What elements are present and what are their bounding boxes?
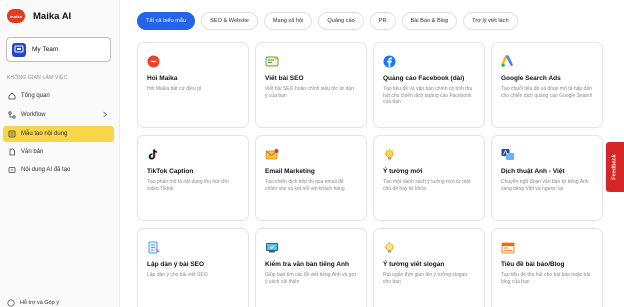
headline-icon [501, 241, 515, 254]
template-card-email-marketing[interactable]: Email Marketing Tạo chiến dịch tiếp thị … [255, 135, 367, 221]
tab-advertising[interactable]: Quảng cáo [318, 12, 364, 30]
card-description: Tạo chiến dịch tiếp thị qua email để chă… [265, 179, 345, 192]
translate-icon [501, 148, 514, 161]
maika-icon [147, 55, 160, 68]
tab-all-templates[interactable]: Tất cả biểu mẫu [137, 12, 196, 30]
brand[interactable]: maika Maika AI [7, 9, 71, 23]
card-description: Rút ngắn thời gian lên ý tưởng slogan ch… [383, 272, 468, 285]
card-title: Hỏi Maika [147, 75, 178, 82]
tab-pr[interactable]: PR [369, 12, 396, 30]
sidebar-item-label: Văn bản [21, 149, 44, 155]
template-card-seo-article[interactable]: Viết bài SEO Viết bài SEO hoàn chỉnh siê… [255, 42, 367, 128]
seo-article-icon [265, 55, 279, 68]
card-description: Tạo một danh sách ý tưởng mới từ một chủ… [383, 179, 471, 192]
sidebar-nav: Tổng quan Workflow Mẫu tạo nội dung Văn … [3, 88, 114, 178]
sidebar-item-label: Nội dung AI đã tạo [21, 167, 71, 173]
card-title: Email Marketing [265, 168, 315, 175]
team-switcher[interactable]: My Team [6, 37, 111, 62]
team-icon [12, 42, 26, 57]
card-title: Kiểm tra văn bản tiếng Anh [265, 261, 349, 268]
sidebar-item-documents[interactable]: Văn bản [3, 144, 114, 160]
english-check-icon [265, 241, 278, 254]
card-title: Ý tưởng viết slogan [383, 261, 445, 268]
card-description: Viết bài SEO hoàn chỉnh siêu tốc từ dàn … [265, 86, 354, 99]
sidebar-item-templates[interactable]: Mẫu tạo nội dung [3, 126, 114, 142]
template-card-english-check[interactable]: Kiểm tra văn bản tiếng Anh Giúp bạn tìm … [255, 228, 367, 307]
feedback-label: Feedback [612, 154, 618, 180]
card-title: TikTok Caption [147, 168, 194, 175]
google-ads-icon [501, 55, 514, 68]
card-title: Google Search Ads [501, 75, 561, 82]
home-icon [8, 92, 16, 100]
card-description: Lập dàn ý cho bài viết SEO [147, 272, 208, 278]
template-icon [8, 130, 16, 138]
tab-writing-assistant[interactable]: Trợ lý viết lách [463, 12, 518, 30]
template-card-translation[interactable]: Dịch thuật Anh - Việt Chuyển ngữ đoạn vă… [491, 135, 603, 221]
card-title: Tiêu đề bài báo/Blog [501, 261, 565, 268]
card-description: Tạo tiêu đề và văn bản chính có tính thu… [383, 86, 473, 106]
tab-seo-website[interactable]: SEO & Website [201, 12, 258, 30]
template-card-headline[interactable]: Tiêu đề bài báo/Blog Tạo tiêu đề thu hút… [491, 228, 603, 307]
brand-name: Maika AI [33, 10, 72, 22]
tab-articles-blog[interactable]: Bài Báo & Blog [401, 12, 458, 30]
feedback-button[interactable]: Feedback [606, 142, 624, 192]
workflow-icon [8, 111, 16, 119]
card-description: Tạo chuỗi tiêu đề và đoạn mô tả hấp dẫn … [501, 86, 593, 99]
support-link[interactable]: Hỗ trợ và Góp ý [7, 299, 59, 307]
card-description: Chuyển ngữ đoạn văn bản từ tiếng Anh san… [501, 179, 589, 192]
sidebar: maika Maika AI My Team KHÔNG GIAN LÀM VI… [0, 0, 120, 307]
template-card-new-ideas[interactable]: Ý tưởng mới Tạo một danh sách ý tưởng mớ… [373, 135, 485, 221]
document-icon [8, 148, 16, 156]
tiktok-icon [147, 148, 160, 161]
sidebar-item-label: Workflow [21, 112, 46, 118]
template-card-tiktok-caption[interactable]: TikTok Caption Tạo phần mô tả nội dung t… [137, 135, 249, 221]
support-label: Hỗ trợ và Góp ý [20, 300, 60, 306]
sidebar-item-label: Mẫu tạo nội dung [21, 131, 68, 137]
chevron-right-icon [102, 111, 108, 120]
template-card-seo-outline[interactable]: Lập dàn ý bài SEO Lập dàn ý cho bài viết… [137, 228, 249, 307]
facebook-icon [383, 55, 396, 68]
idea-icon [383, 148, 396, 161]
card-description: Tạo tiêu đề thu hút cho bài báo hoặc bài… [501, 272, 591, 285]
card-title: Quảng cáo Facebook (dài) [383, 75, 465, 82]
card-description: Giúp bạn tìm các lỗi viết tiếng Anh và g… [265, 272, 356, 285]
card-title: Ý tưởng mới [383, 168, 423, 175]
card-description: Tạo phần mô tả nội dung thu hút cho vide… [147, 179, 229, 192]
card-description: Hỏi Maika bất cứ điều gì [147, 86, 202, 92]
help-icon [7, 299, 15, 307]
sidebar-item-overview[interactable]: Tổng quan [3, 88, 114, 104]
sidebar-item-workflow[interactable]: Workflow [3, 107, 114, 123]
sidebar-item-ai-content[interactable]: Nội dung AI đã tạo [3, 162, 114, 178]
template-card-slogan-ideas[interactable]: Ý tưởng viết slogan Rút ngắn thời gian l… [373, 228, 485, 307]
slogan-icon [383, 241, 396, 254]
template-card-ask-maika[interactable]: Hỏi Maika Hỏi Maika bất cứ điều gì [137, 42, 249, 128]
card-title: Dịch thuật Anh - Việt [501, 168, 565, 175]
brand-logo: maika [7, 9, 25, 23]
category-tabs: Tất cả biểu mẫu SEO & Website Mạng xã hộ… [137, 12, 524, 30]
outline-icon [147, 241, 160, 254]
template-card-facebook-ads[interactable]: Quảng cáo Facebook (dài) Tạo tiêu đề và … [373, 42, 485, 128]
workspace-section-title: KHÔNG GIAN LÀM VIỆC [7, 75, 68, 81]
email-icon [265, 148, 279, 161]
team-label: My Team [32, 46, 59, 53]
card-title: Lập dàn ý bài SEO [147, 261, 205, 268]
card-title: Viết bài SEO [265, 75, 304, 82]
template-card-google-search-ads[interactable]: Google Search Ads Tạo chuỗi tiêu đề và đ… [491, 42, 603, 128]
ai-content-icon [8, 166, 16, 174]
sidebar-item-label: Tổng quan [21, 93, 50, 99]
tab-social-media[interactable]: Mạng xã hội [263, 12, 313, 30]
